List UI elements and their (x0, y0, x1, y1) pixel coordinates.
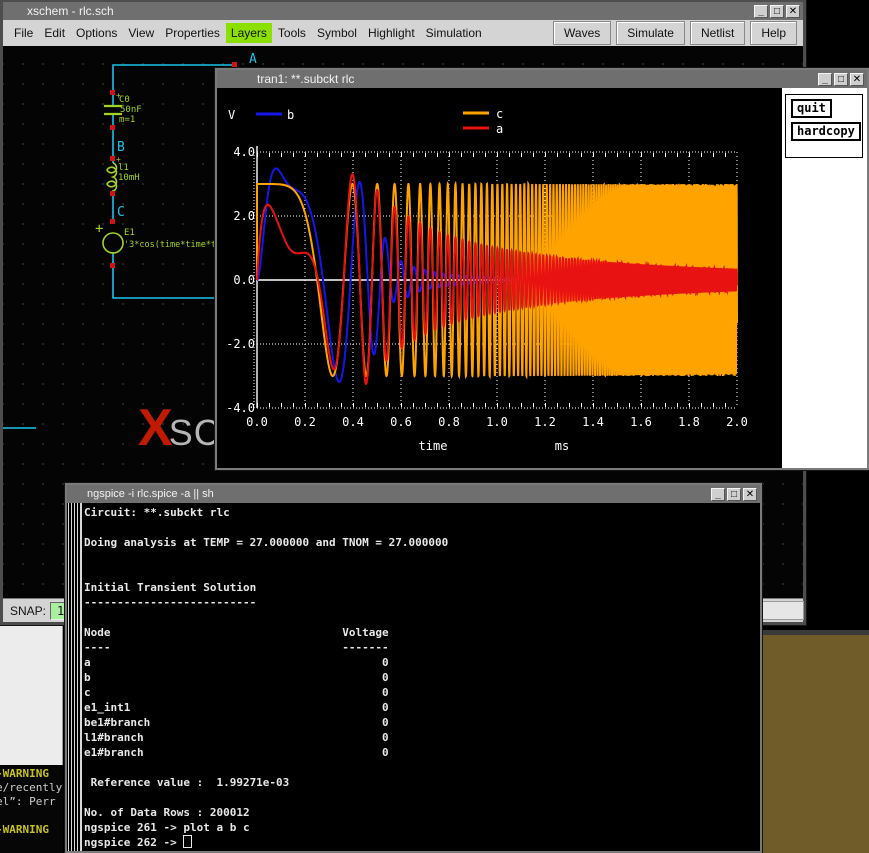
x-tick-label: 0.4 (342, 415, 364, 429)
legend-label-a: a (496, 122, 503, 136)
simulate-button[interactable]: Simulate (616, 21, 685, 45)
legend-label-c: c (496, 107, 503, 121)
x-tick-label: 1.2 (534, 415, 556, 429)
menu-properties[interactable]: Properties (160, 23, 225, 43)
plus-mark: + (116, 155, 121, 164)
maximize-icon[interactable]: □ (770, 5, 784, 18)
logo-x: X (138, 399, 169, 457)
menu-symbol[interactable]: Symbol (312, 23, 362, 43)
xschem-window-title: xschem - rlc.sch (3, 2, 114, 20)
minimize-icon[interactable]: _ (711, 488, 725, 501)
menu-options[interactable]: Options (71, 23, 122, 43)
terminal-scrollbar[interactable] (68, 503, 82, 851)
x-tick-label: 1.4 (582, 415, 604, 429)
net-label-c[interactable]: C (117, 205, 125, 220)
y-tick-label: 2.0 (233, 209, 255, 223)
snap-label: SNAP: (3, 604, 46, 618)
menu-edit[interactable]: Edit (39, 23, 70, 43)
capacitor-value: 50nF (120, 105, 142, 115)
tran1-titlebar[interactable]: tran1: **.subckt rlc _ □ ✕ (217, 70, 867, 88)
quit-button[interactable]: quit (791, 99, 832, 118)
plot-control-panel: quit hardcopy (782, 88, 867, 468)
menu-simulation[interactable]: Simulation (421, 23, 487, 43)
x-tick-label: 0.6 (390, 415, 412, 429)
inductor-ref: l1 (118, 163, 129, 173)
background-white-panel (0, 625, 63, 765)
terminal-output: Circuit: **.subckt rlc Doing analysis at… (84, 505, 448, 850)
y-tick-label: -2.0 (226, 337, 255, 351)
y-tick-label: -4.0 (226, 401, 255, 415)
menu-layers[interactable]: Layers (226, 23, 272, 43)
maximize-icon[interactable]: □ (834, 73, 848, 86)
y-tick-label: 4.0 (233, 145, 255, 159)
desktop: -WARNING e/recently el”: Perr -WARNING x… (0, 0, 869, 853)
plot-button-box: quit hardcopy (785, 94, 863, 158)
legend-label-b: b (287, 108, 294, 122)
background-window-fragment (755, 630, 869, 853)
menu-highlight[interactable]: Highlight (363, 23, 420, 43)
inductor-value: 10mH (118, 173, 140, 183)
waves-button[interactable]: Waves (553, 21, 611, 45)
terminal-titlebar[interactable]: ngspice -i rlc.spice -a || sh _ □ ✕ (67, 485, 760, 503)
plus-mark: + (95, 221, 103, 237)
warning-line: e/recently (0, 781, 62, 794)
capacitor-symbol[interactable]: C0 50nF m=1 + (104, 91, 142, 125)
help-button[interactable]: Help (750, 21, 797, 45)
y-tick-label: 0.0 (233, 273, 255, 287)
terminal-cursor (183, 835, 192, 848)
xschem-titlebar[interactable]: xschem - rlc.sch _ □ ✕ (3, 2, 803, 20)
capacitor-mult: m=1 (119, 115, 135, 125)
warning-line: el”: Perr (0, 795, 56, 808)
net-label-a[interactable]: A (249, 52, 257, 67)
xschem-menubar: FileEditOptionsViewPropertiesLayersTools… (3, 20, 803, 47)
x-tick-label: 0.8 (438, 415, 460, 429)
close-icon[interactable]: ✕ (786, 5, 800, 18)
source-ref: E1 (124, 228, 135, 238)
maximize-icon[interactable]: □ (727, 488, 741, 501)
terminal-content[interactable]: Circuit: **.subckt rlc Doing analysis at… (67, 503, 760, 851)
close-icon[interactable]: ✕ (743, 488, 757, 501)
x-axis-unit: ms (555, 439, 569, 453)
terminal-window-title: ngspice -i rlc.spice -a || sh (67, 485, 214, 503)
tran1-plot-window: tran1: **.subckt rlc _ □ ✕ 4.0 2.0 0.0 -2.0… (215, 68, 869, 470)
hardcopy-button[interactable]: hardcopy (791, 122, 861, 141)
warning-line: -WARNING (0, 823, 49, 836)
x-tick-label: 1.0 (486, 415, 508, 429)
x-tick-label: 1.6 (630, 415, 652, 429)
x-tick-label: 0.2 (294, 415, 316, 429)
x-tick-label: 1.8 (678, 415, 700, 429)
background-warning-terminal: -WARNING e/recently el”: Perr -WARNING (0, 765, 63, 853)
menu-tools[interactable]: Tools (273, 23, 311, 43)
net-label-b[interactable]: B (117, 140, 125, 155)
status-field (756, 601, 804, 620)
netlist-button[interactable]: Netlist (690, 21, 745, 45)
plus-mark: + (116, 91, 121, 100)
x-tick-label: 2.0 (726, 415, 748, 429)
x-tick-label: 0.0 (246, 415, 268, 429)
y-axis-label: V (228, 108, 235, 122)
warning-line: -WARNING (0, 767, 49, 780)
tran1-window-title: tran1: **.subckt rlc (217, 70, 354, 88)
ngspice-terminal-window: ngspice -i rlc.spice -a || sh _ □ ✕ Circ… (65, 483, 762, 853)
minimize-icon[interactable]: _ (818, 73, 832, 86)
minimize-icon[interactable]: _ (754, 5, 768, 18)
warning-text: -WARNING e/recently el”: Perr -WARNING (0, 765, 63, 837)
x-axis-label: time (419, 439, 448, 453)
menu-file[interactable]: File (9, 23, 38, 43)
close-icon[interactable]: ✕ (850, 73, 864, 86)
waveform-svg: 4.02.00.0-2.0-4.00.00.20.40.60.81.01.21.… (217, 88, 782, 468)
menu-view[interactable]: View (123, 23, 159, 43)
waveform-plot-area[interactable]: 4.02.00.0-2.0-4.00.00.20.40.60.81.01.21.… (217, 88, 782, 468)
